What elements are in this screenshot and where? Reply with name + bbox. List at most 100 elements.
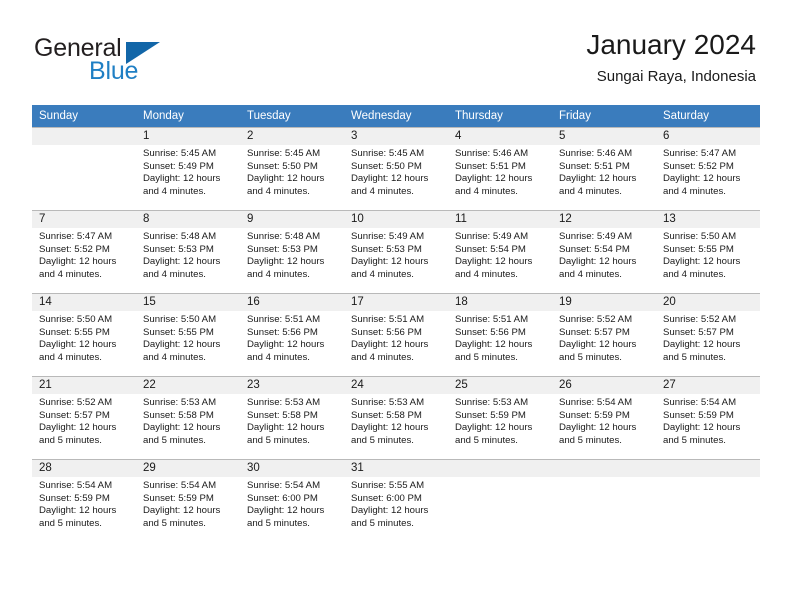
day-sunrise-line: Sunrise: 5:47 AM — [39, 231, 113, 242]
day-sunrise-line: Sunrise: 5:48 AM — [247, 231, 321, 242]
calendar-week-row: 7 Sunrise: 5:47 AM Sunset: 5:52 PM Daylight… — [32, 210, 760, 293]
calendar-day-cell[interactable]: 15 Sunrise: 5:50 AM Sunset: 5:55 PM Dayligh… — [136, 293, 240, 376]
calendar-day-cell[interactable]: 31 Sunrise: 5:55 AM Sunset: 6:00 PM Dayligh… — [344, 459, 448, 542]
day-details: Sunrise: 5:51 AM Sunset: 5:56 PM Daylight:… — [240, 311, 344, 364]
calendar-header-row: Sunday Monday Tuesday Wednesday Thursday… — [32, 105, 760, 127]
day-daylight-line: Daylight: 12 hours — [143, 339, 221, 351]
day-daylight-line: and 5 minutes. — [559, 434, 622, 446]
day-number — [32, 128, 136, 145]
day-number: 6 — [656, 128, 760, 145]
calendar-day-cell[interactable]: 22 Sunrise: 5:53 AM Sunset: 5:58 PM Dayligh… — [136, 376, 240, 459]
day-daylight-line: Daylight: 12 hours — [455, 256, 533, 268]
calendar-day-cell[interactable]: 20 Sunrise: 5:52 AM Sunset: 5:57 PM Dayligh… — [656, 293, 760, 376]
day-details: Sunrise: 5:48 AM Sunset: 5:53 PM Daylight:… — [240, 228, 344, 281]
calendar-cell-inner: 26 Sunrise: 5:54 AM Sunset: 5:59 PM Dayligh… — [552, 376, 656, 459]
day-sunrise-line: Sunrise: 5:50 AM — [39, 314, 113, 325]
calendar-cell-inner: 11 Sunrise: 5:49 AM Sunset: 5:54 PM Dayligh… — [448, 210, 552, 293]
day-sunset-line: Sunset: 5:49 PM — [143, 160, 214, 172]
day-daylight-line: and 5 minutes. — [351, 434, 414, 446]
day-details: Sunrise: 5:45 AM Sunset: 5:49 PM Daylight:… — [136, 145, 240, 198]
day-daylight-line: Daylight: 12 hours — [39, 422, 117, 434]
day-daylight-line: and 4 minutes. — [559, 268, 622, 280]
day-daylight-line: Daylight: 12 hours — [663, 256, 741, 268]
calendar-cell-inner: 3 Sunrise: 5:45 AM Sunset: 5:50 PM Daylight… — [344, 127, 448, 210]
calendar-day-cell[interactable]: 8 Sunrise: 5:48 AM Sunset: 5:53 PM Daylight… — [136, 210, 240, 293]
calendar-day-cell[interactable]: 5 Sunrise: 5:46 AM Sunset: 5:51 PM Daylight… — [552, 127, 656, 210]
day-number: 29 — [136, 460, 240, 477]
calendar-day-cell[interactable]: 28 Sunrise: 5:54 AM Sunset: 5:59 PM Dayligh… — [32, 459, 136, 542]
day-number: 17 — [344, 294, 448, 311]
day-sunset-line: Sunset: 5:58 PM — [247, 409, 318, 421]
calendar-day-cell[interactable]: 27 Sunrise: 5:54 AM Sunset: 5:59 PM Dayligh… — [656, 376, 760, 459]
day-number: 7 — [32, 211, 136, 228]
day-daylight-line: and 4 minutes. — [351, 268, 414, 280]
day-sunrise-line: Sunrise: 5:45 AM — [351, 148, 425, 159]
calendar-day-cell[interactable]: 17 Sunrise: 5:51 AM Sunset: 5:56 PM Dayligh… — [344, 293, 448, 376]
day-sunset-line: Sunset: 5:56 PM — [455, 326, 526, 338]
day-details: Sunrise: 5:47 AM Sunset: 5:52 PM Daylight:… — [32, 228, 136, 281]
day-sunrise-line: Sunrise: 5:50 AM — [143, 314, 217, 325]
calendar-cell-inner: 8 Sunrise: 5:48 AM Sunset: 5:53 PM Daylight… — [136, 210, 240, 293]
day-sunrise-line: Sunrise: 5:51 AM — [351, 314, 425, 325]
calendar-cell-inner: 10 Sunrise: 5:49 AM Sunset: 5:53 PM Dayligh… — [344, 210, 448, 293]
calendar-day-cell[interactable]: 3 Sunrise: 5:45 AM Sunset: 5:50 PM Daylight… — [344, 127, 448, 210]
calendar-day-cell[interactable]: 29 Sunrise: 5:54 AM Sunset: 5:59 PM Dayligh… — [136, 459, 240, 542]
calendar-day-cell[interactable]: 26 Sunrise: 5:54 AM Sunset: 5:59 PM Dayligh… — [552, 376, 656, 459]
calendar-day-cell[interactable]: 25 Sunrise: 5:53 AM Sunset: 5:59 PM Dayligh… — [448, 376, 552, 459]
day-daylight-line: Daylight: 12 hours — [247, 339, 325, 351]
day-daylight-line: Daylight: 12 hours — [247, 422, 325, 434]
page-header: General Blue January 2024 Sungai Raya, I… — [0, 0, 792, 104]
day-details: Sunrise: 5:52 AM Sunset: 5:57 PM Daylight:… — [32, 394, 136, 447]
day-number: 19 — [552, 294, 656, 311]
calendar-day-cell[interactable]: 9 Sunrise: 5:48 AM Sunset: 5:53 PM Daylight… — [240, 210, 344, 293]
day-number: 26 — [552, 377, 656, 394]
day-sunset-line: Sunset: 5:50 PM — [351, 160, 422, 172]
day-daylight-line: and 4 minutes. — [351, 185, 414, 197]
day-number: 4 — [448, 128, 552, 145]
calendar-day-cell[interactable]: 18 Sunrise: 5:51 AM Sunset: 5:56 PM Dayligh… — [448, 293, 552, 376]
weekday-header-monday: Monday — [136, 105, 240, 127]
day-details: Sunrise: 5:54 AM Sunset: 5:59 PM Daylight:… — [552, 394, 656, 447]
day-daylight-line: and 4 minutes. — [247, 351, 310, 363]
general-blue-logo[interactable]: General Blue — [34, 34, 244, 88]
calendar-day-cell[interactable]: 6 Sunrise: 5:47 AM Sunset: 5:52 PM Daylight… — [656, 127, 760, 210]
day-number: 24 — [344, 377, 448, 394]
calendar-day-cell[interactable]: 10 Sunrise: 5:49 AM Sunset: 5:53 PM Dayligh… — [344, 210, 448, 293]
day-daylight-line: Daylight: 12 hours — [351, 256, 429, 268]
calendar-cell-inner: 21 Sunrise: 5:52 AM Sunset: 5:57 PM Dayligh… — [32, 376, 136, 459]
day-daylight-line: Daylight: 12 hours — [247, 173, 325, 185]
calendar-day-cell[interactable]: 16 Sunrise: 5:51 AM Sunset: 5:56 PM Dayligh… — [240, 293, 344, 376]
calendar-cell-inner: 15 Sunrise: 5:50 AM Sunset: 5:55 PM Dayligh… — [136, 293, 240, 376]
calendar-cell-inner: 16 Sunrise: 5:51 AM Sunset: 5:56 PM Dayligh… — [240, 293, 344, 376]
day-details: Sunrise: 5:55 AM Sunset: 6:00 PM Daylight:… — [344, 477, 448, 530]
calendar-day-cell[interactable]: 7 Sunrise: 5:47 AM Sunset: 5:52 PM Daylight… — [32, 210, 136, 293]
calendar-day-cell[interactable]: 23 Sunrise: 5:53 AM Sunset: 5:58 PM Dayligh… — [240, 376, 344, 459]
calendar-day-cell[interactable]: 24 Sunrise: 5:53 AM Sunset: 5:58 PM Dayligh… — [344, 376, 448, 459]
calendar-cell-inner: 18 Sunrise: 5:51 AM Sunset: 5:56 PM Dayligh… — [448, 293, 552, 376]
calendar-day-cell[interactable]: 13 Sunrise: 5:50 AM Sunset: 5:55 PM Dayligh… — [656, 210, 760, 293]
day-sunrise-line: Sunrise: 5:54 AM — [559, 397, 633, 408]
day-daylight-line: Daylight: 12 hours — [143, 505, 221, 517]
calendar-day-cell[interactable]: 14 Sunrise: 5:50 AM Sunset: 5:55 PM Dayligh… — [32, 293, 136, 376]
day-daylight-line: Daylight: 12 hours — [559, 339, 637, 351]
day-daylight-line: Daylight: 12 hours — [351, 339, 429, 351]
calendar-day-cell[interactable]: 4 Sunrise: 5:46 AM Sunset: 5:51 PM Daylight… — [448, 127, 552, 210]
calendar-day-cell[interactable]: 12 Sunrise: 5:49 AM Sunset: 5:54 PM Dayligh… — [552, 210, 656, 293]
calendar-cell-inner: 28 Sunrise: 5:54 AM Sunset: 5:59 PM Dayligh… — [32, 459, 136, 542]
day-number: 15 — [136, 294, 240, 311]
day-sunset-line: Sunset: 5:57 PM — [559, 326, 630, 338]
day-daylight-line: Daylight: 12 hours — [39, 505, 117, 517]
day-sunset-line: Sunset: 5:59 PM — [39, 492, 110, 504]
calendar-day-cell[interactable]: 2 Sunrise: 5:45 AM Sunset: 5:50 PM Daylight… — [240, 127, 344, 210]
calendar-day-cell[interactable]: 30 Sunrise: 5:54 AM Sunset: 6:00 PM Dayligh… — [240, 459, 344, 542]
calendar-cell-inner: 4 Sunrise: 5:46 AM Sunset: 5:51 PM Daylight… — [448, 127, 552, 210]
calendar-day-cell[interactable]: 11 Sunrise: 5:49 AM Sunset: 5:54 PM Dayligh… — [448, 210, 552, 293]
day-daylight-line: Daylight: 12 hours — [247, 256, 325, 268]
calendar-day-cell[interactable]: 1 Sunrise: 5:45 AM Sunset: 5:49 PM Daylight… — [136, 127, 240, 210]
calendar-grid: Sunday Monday Tuesday Wednesday Thursday… — [32, 105, 760, 542]
day-number: 25 — [448, 377, 552, 394]
calendar-day-cell[interactable]: 21 Sunrise: 5:52 AM Sunset: 5:57 PM Dayligh… — [32, 376, 136, 459]
calendar-day-cell[interactable]: 19 Sunrise: 5:52 AM Sunset: 5:57 PM Dayligh… — [552, 293, 656, 376]
day-daylight-line: Daylight: 12 hours — [143, 422, 221, 434]
day-sunrise-line: Sunrise: 5:50 AM — [663, 231, 737, 242]
